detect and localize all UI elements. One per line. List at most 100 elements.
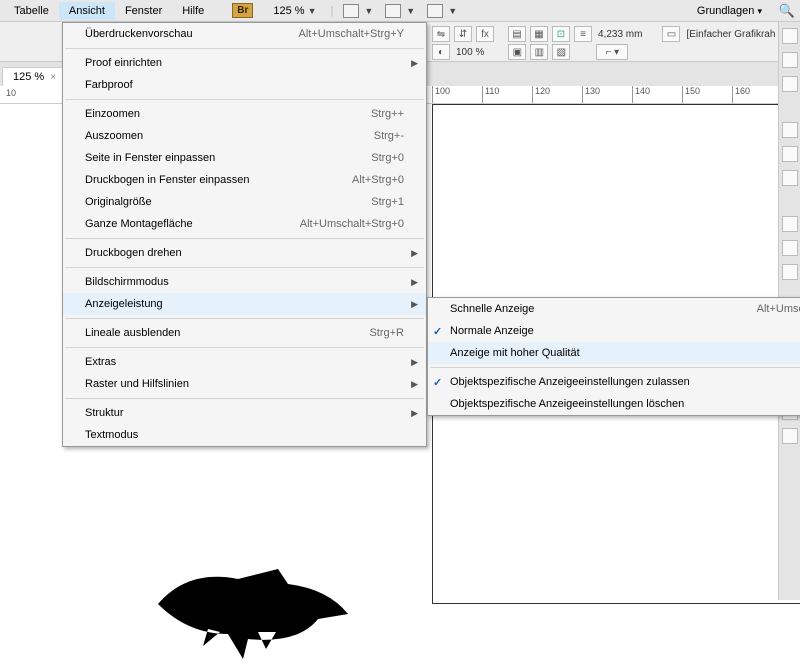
zoom-display[interactable]: 125 %▼ <box>267 5 322 17</box>
menu-item[interactable]: Schnelle Anzeige Alt+Umsc <box>428 298 800 320</box>
swatches-panel-icon[interactable] <box>782 170 798 186</box>
menu-item-label: Druckbogen drehen <box>85 247 182 259</box>
menu-shortcut: Strg++ <box>371 108 404 120</box>
menu-item[interactable]: Farbproof <box>63 74 426 96</box>
frame-style[interactable]: [Einfacher Grafikrah <box>686 29 775 40</box>
ruler-tick: 150 <box>682 86 732 103</box>
menu-item[interactable]: Anzeigeleistung ▶ <box>63 293 426 315</box>
submenu-arrow-icon: ▶ <box>411 58 418 69</box>
stroke-weight-value[interactable]: 4,233 mm <box>598 29 642 40</box>
menu-item[interactable]: ✓Objektspezifische Anzeigeeinstellungen … <box>428 371 800 393</box>
menu-ansicht[interactable]: Ansicht <box>59 2 115 20</box>
menu-item-label: Textmodus <box>85 429 138 441</box>
menu-item-label: Überdruckenvorschau <box>85 28 193 40</box>
ruler-tick: 140 <box>632 86 682 103</box>
opacity-icon[interactable]: ◐ <box>432 44 450 60</box>
menu-item-label: Einzoomen <box>85 108 140 120</box>
submenu-arrow-icon: ▶ <box>411 248 418 259</box>
submenu-arrow-icon: ▶ <box>411 357 418 368</box>
menu-item-label: Schnelle Anzeige <box>450 303 534 315</box>
menu-item[interactable]: Seite in Fenster einpassen Strg+0 <box>63 147 426 169</box>
submenu-arrow-icon: ▶ <box>411 277 418 288</box>
menu-item[interactable]: Proof einrichten ▶ <box>63 52 426 74</box>
menu-item[interactable]: Überdruckenvorschau Alt+Umschalt+Strg+Y <box>63 23 426 45</box>
menu-item[interactable]: Ganze MontageflächeAlt+Umschalt+Strg+0 <box>63 213 426 235</box>
text-wrap-3-icon[interactable]: ▧ <box>552 44 570 60</box>
menu-item[interactable]: Raster und Hilfslinien ▶ <box>63 373 426 395</box>
character-styles-icon[interactable] <box>782 264 798 280</box>
menu-hilfe[interactable]: Hilfe <box>172 2 214 20</box>
menu-item-label: Anzeigeleistung <box>85 298 163 310</box>
menu-shortcut: Alt+Umschalt+Strg+0 <box>300 218 404 230</box>
ruler-tick: 130 <box>582 86 632 103</box>
links-panel-icon[interactable] <box>782 76 798 92</box>
menu-item[interactable]: Anzeige mit hoher Qualität <box>428 342 800 364</box>
paragraph-styles-icon[interactable] <box>782 240 798 256</box>
menu-shortcut: Strg+0 <box>371 152 404 164</box>
bridge-button[interactable]: Br <box>232 3 253 18</box>
submenu-arrow-icon: ▶ <box>411 408 418 419</box>
tab-label: 125 % <box>13 71 44 83</box>
submenu-arrow-icon: ▶ <box>411 299 418 310</box>
artwork-shark[interactable] <box>148 564 358 664</box>
chevron-down-icon: ▼ <box>308 6 317 16</box>
menu-item-label: Seite in Fenster einpassen <box>85 152 215 164</box>
menu-item[interactable]: Einzoomen Strg++ <box>63 103 426 125</box>
menu-item[interactable]: ✓ Normale Anzeige <box>428 320 800 342</box>
flip-h-icon[interactable]: ⇋ <box>432 26 450 42</box>
menu-item-label: Proof einrichten <box>85 57 162 69</box>
menubar: Tabelle Ansicht Fenster Hilfe Br 125 %▼ … <box>0 0 800 22</box>
screen-mode-icon[interactable] <box>343 4 359 18</box>
menu-item[interactable]: Druckbogen in Fenster einpassenAlt+Strg+… <box>63 169 426 191</box>
corner-icon[interactable]: ⌐ ▾ <box>596 44 628 60</box>
pathfinder-panel-icon[interactable] <box>782 428 798 444</box>
document-tab[interactable]: 125 % × <box>2 67 67 86</box>
check-icon: ✓ <box>433 325 442 338</box>
menu-item[interactable]: AuszoomenStrg+- <box>63 125 426 147</box>
menu-shortcut: Strg+R <box>369 327 404 339</box>
menu-item[interactable]: Lineale ausblendenStrg+R <box>63 322 426 344</box>
menu-item-label: Normale Anzeige <box>450 325 534 337</box>
color-panel-icon[interactable] <box>782 146 798 162</box>
ansicht-menu: Überdruckenvorschau Alt+Umschalt+Strg+Y Pr… <box>62 22 427 447</box>
crop-icon[interactable]: ⊡ <box>552 26 570 42</box>
effects-icon[interactable]: fx <box>476 26 494 42</box>
menu-shortcut: Alt+Umsc <box>757 303 800 315</box>
ruler-tick: 120 <box>532 86 582 103</box>
menu-item[interactable]: Textmodus <box>63 424 426 446</box>
menu-item[interactable]: Originalgröße Strg+1 <box>63 191 426 213</box>
frame-icon[interactable]: ▭ <box>662 26 680 42</box>
menu-shortcut: Strg+1 <box>371 196 404 208</box>
pages-panel-icon[interactable] <box>782 28 798 44</box>
stroke-weight-icon[interactable]: ≡ <box>574 26 592 42</box>
flip-v-icon[interactable]: ⇵ <box>454 26 472 42</box>
menu-item[interactable]: Druckbogen drehen ▶ <box>63 242 426 264</box>
arrange-icon[interactable] <box>427 4 443 18</box>
menu-item[interactable]: Objektspezifische Anzeigeeinstellungen l… <box>428 393 800 415</box>
menu-tabelle[interactable]: Tabelle <box>4 2 59 20</box>
menu-item[interactable]: Bildschirmmodus ▶ <box>63 271 426 293</box>
ruler-tick: 110 <box>482 86 532 103</box>
menu-item-label: Bildschirmmodus <box>85 276 169 288</box>
stroke-panel-icon[interactable] <box>782 122 798 138</box>
close-tab-icon[interactable]: × <box>50 72 56 83</box>
text-wrap-1-icon[interactable]: ▣ <box>508 44 526 60</box>
text-wrap-2-icon[interactable]: ▥ <box>530 44 548 60</box>
menu-item-label: Originalgröße <box>85 196 152 208</box>
view-options-icon[interactable] <box>385 4 401 18</box>
submenu-arrow-icon: ▶ <box>411 379 418 390</box>
align-stroke-icon[interactable]: ▤ <box>508 26 526 42</box>
menu-item-label: Objektspezifische Anzeigeeinstellungen z… <box>450 376 690 388</box>
menu-fenster[interactable]: Fenster <box>115 2 172 20</box>
menu-item[interactable]: Struktur▶ <box>63 402 426 424</box>
layers-panel-icon[interactable] <box>782 52 798 68</box>
align-center-icon[interactable]: ▦ <box>530 26 548 42</box>
menu-shortcut: Alt+Umschalt+Strg+Y <box>299 28 404 40</box>
object-styles-icon[interactable] <box>782 216 798 232</box>
search-icon[interactable]: 🔍 <box>778 2 796 20</box>
menu-item-label: Raster und Hilfslinien <box>85 378 189 390</box>
menu-shortcut: Strg+- <box>374 130 404 142</box>
opacity-value[interactable]: 100 % <box>456 47 484 58</box>
workspace-switcher[interactable]: Grundlagen ▾ <box>697 5 762 17</box>
menu-item[interactable]: Extras▶ <box>63 351 426 373</box>
